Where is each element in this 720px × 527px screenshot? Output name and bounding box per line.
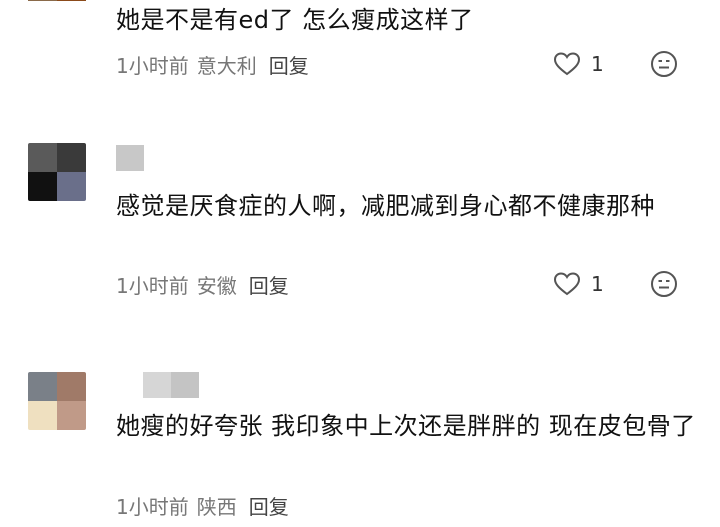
comment-meta: 1小时前 意大利 回复 — [116, 49, 309, 79]
heart-outline-icon — [553, 52, 581, 76]
like-button[interactable]: 1 — [553, 269, 604, 299]
heart-outline-icon — [553, 272, 581, 296]
avatar-pixel — [28, 143, 57, 172]
emoji-react-button[interactable] — [650, 269, 678, 299]
avatar-pixel — [57, 143, 86, 172]
comment-text: 她是不是有ed了 怎么瘦成这样了 — [116, 6, 474, 34]
smiley-face-icon — [651, 51, 677, 77]
like-button[interactable]: 1 — [553, 49, 604, 79]
blur-block — [116, 145, 144, 171]
comment-time: 1小时前 — [116, 494, 189, 519]
comment-meta: 1小时前 陕西 回复 — [116, 490, 289, 520]
avatar-pixel — [28, 372, 57, 401]
avatar-pixel — [57, 1, 86, 30]
avatar-pixel — [28, 172, 57, 201]
smiley-face-icon — [651, 271, 677, 297]
like-count: 1 — [591, 272, 604, 296]
comment-time: 1小时前 — [116, 53, 189, 78]
avatar-pixel — [57, 372, 86, 401]
avatar-pixel — [28, 401, 57, 430]
reply-button[interactable]: 回复 — [249, 491, 289, 520]
avatar[interactable] — [28, 0, 86, 30]
like-count: 1 — [591, 52, 604, 76]
comment-meta: 1小时前 安徽 回复 — [116, 269, 289, 299]
avatar[interactable] — [28, 372, 86, 430]
comment-time: 1小时前 — [116, 273, 189, 298]
comment-location: 意大利 — [196, 53, 257, 78]
comment-text: 她瘦的好夸张 我印象中上次还是胖胖的 现在皮包骨了 — [116, 412, 696, 440]
reply-button[interactable]: 回复 — [249, 270, 289, 299]
username-blurred[interactable] — [143, 372, 199, 398]
comment-location: 安徽 — [196, 273, 237, 298]
avatar-pixel — [28, 1, 57, 30]
emoji-react-button[interactable] — [650, 49, 678, 79]
avatar-pixel — [57, 172, 86, 201]
username-blurred[interactable] — [116, 145, 144, 171]
comment-text: 感觉是厌食症的人啊，减肥减到身心都不健康那种 — [116, 192, 655, 220]
avatar-pixel — [57, 401, 86, 430]
comment-location: 陕西 — [196, 494, 237, 519]
reply-button[interactable]: 回复 — [269, 50, 309, 79]
avatar[interactable] — [28, 143, 86, 201]
blur-block — [143, 372, 171, 398]
blur-block — [171, 372, 199, 398]
